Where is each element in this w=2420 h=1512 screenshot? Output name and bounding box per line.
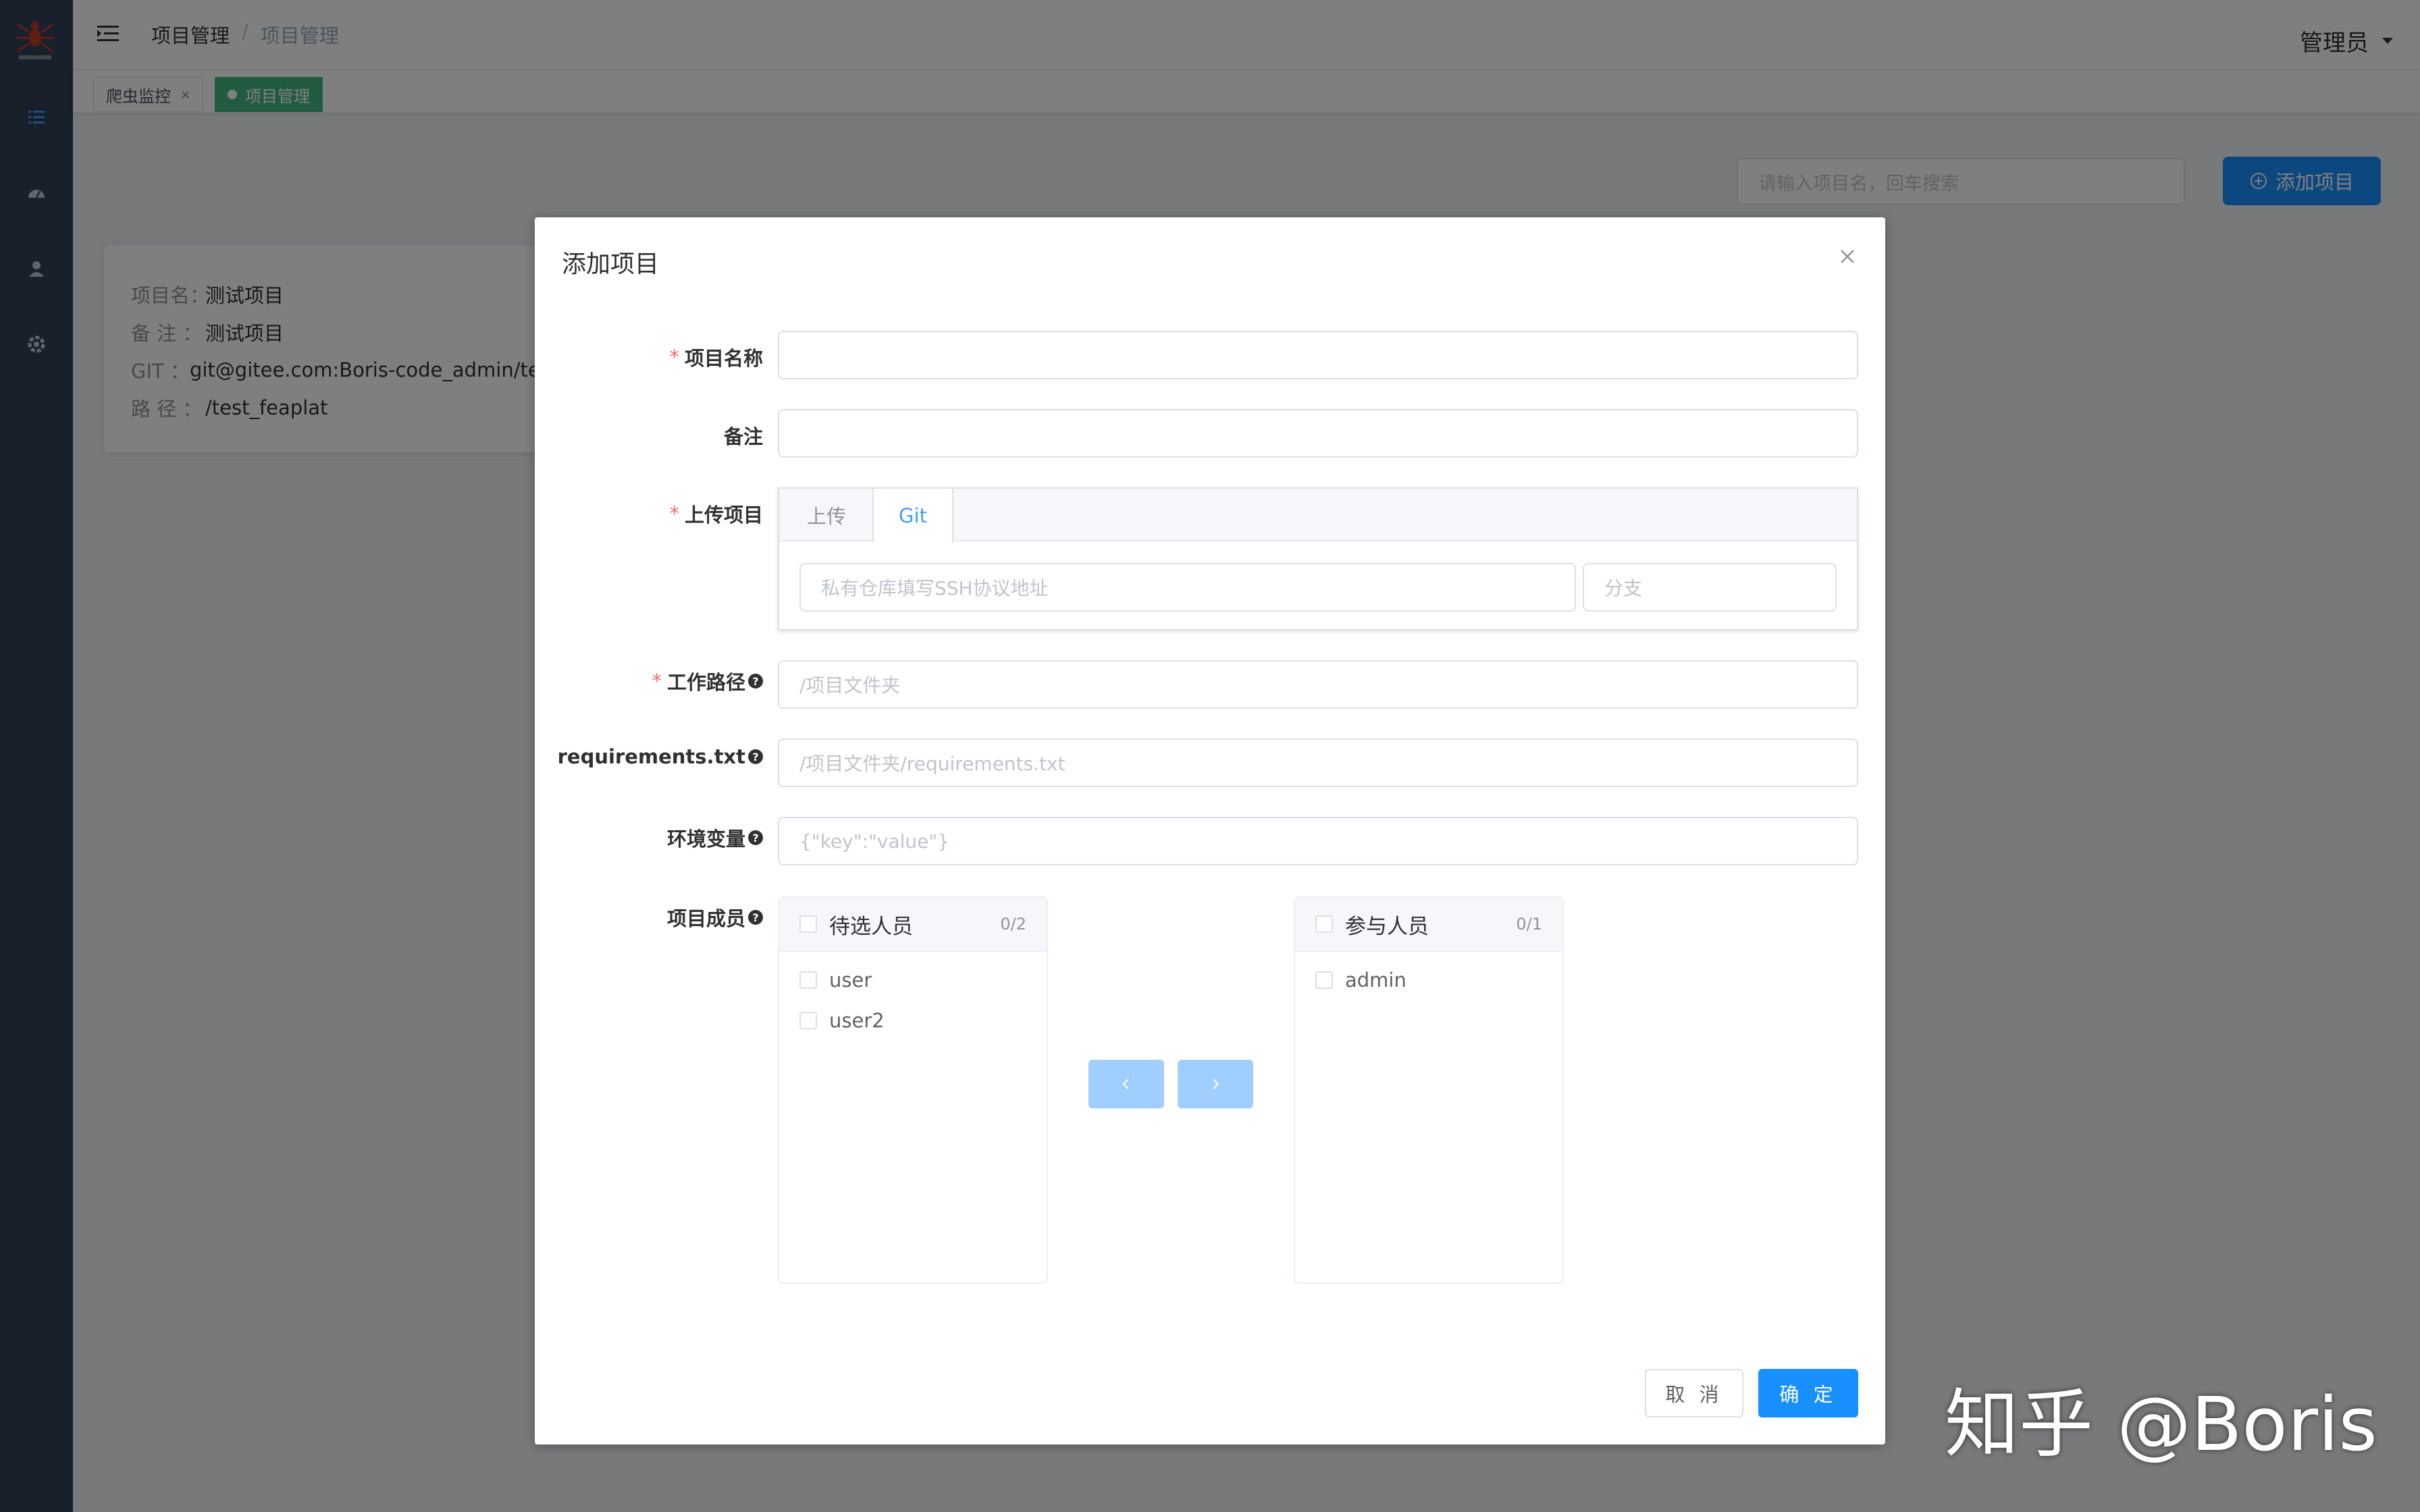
panel-count: 0/1 [1516,915,1542,934]
help-icon[interactable]: ? [748,910,763,925]
note-label: 备注 [724,421,763,450]
label-text: 环境变量 [666,828,745,850]
workpath-label: * 工作路径? [652,667,763,695]
project-name-label: * 项目名称 [669,343,763,371]
members-label: 项目成员? [667,903,763,932]
close-icon[interactable] [1838,247,1857,266]
transfer-left-panel: 待选人员 0/2 user user2 [778,896,1048,1284]
move-right-button[interactable] [1178,1060,1253,1108]
branch-input[interactable]: 分支 [1583,563,1837,612]
requirements-input[interactable]: /项目文件夹/requirements.txt [778,738,1858,787]
transfer-list: admin [1295,952,1562,1000]
label-text: 项目成员 [666,907,745,930]
upload-tabs: 上传 Git 私有仓库填写SSH协议地址 分支 [778,487,1858,630]
cancel-button[interactable]: 取 消 [1645,1369,1743,1418]
watermark: 知乎 @Boris [1945,1381,2377,1467]
note-input[interactable] [778,409,1858,458]
env-input[interactable]: {"key":"value"} [778,817,1858,865]
move-left-button[interactable] [1088,1060,1164,1108]
help-icon[interactable]: ? [748,830,763,845]
requirements-label: requirements.txt? [558,745,763,768]
panel-title: 参与人员 [1345,914,1429,939]
panel-count: 0/2 [1000,915,1026,934]
workpath-input[interactable]: /项目文件夹 [778,660,1858,709]
env-label: 环境变量? [667,824,763,852]
label-text: requirements.txt [557,745,745,768]
placeholder: {"key":"value"} [799,830,950,853]
tab-upload[interactable]: 上传 [779,489,874,541]
select-all-checkbox[interactable] [799,915,817,933]
tab-git[interactable]: Git [872,489,953,543]
transfer-panel-header: 参与人员 0/1 [1295,898,1562,952]
transfer-panel-header: 待选人员 0/2 [779,898,1047,952]
chevron-left-icon [1122,1079,1129,1089]
item-label: user2 [829,1009,885,1032]
panel-title: 待选人员 [829,914,913,939]
list-item[interactable]: admin [1295,960,1562,1000]
help-icon[interactable]: ? [748,674,763,688]
add-project-dialog: 添加项目 * 项目名称 备注 * 上传项目 上传 Git 私有仓库填写SSH协议地址… [535,217,1885,1444]
label-text: 项目名称 [684,347,763,370]
transfer-right-panel: 参与人员 0/1 admin [1294,896,1564,1284]
placeholder: 分支 [1604,577,1643,599]
required-asterisk: * [669,346,679,369]
item-checkbox[interactable] [799,971,817,989]
placeholder: /项目文件夹 [799,674,901,697]
placeholder: /项目文件夹/requirements.txt [799,753,1066,775]
tabs-header: 上传 Git [779,489,1857,543]
item-checkbox[interactable] [1315,971,1333,989]
required-asterisk: * [669,502,679,525]
transfer-list: user user2 [779,952,1047,1041]
select-all-checkbox[interactable] [1315,915,1333,933]
chevron-right-icon [1213,1079,1219,1089]
label-text: 备注 [723,425,763,448]
dialog-title: 添加项目 [562,250,660,278]
project-name-input[interactable] [778,331,1858,379]
list-item[interactable]: user [779,960,1047,1000]
upload-label: * 上传项目 [669,500,763,528]
item-label: admin [1345,969,1406,992]
item-label: user [829,969,872,992]
help-icon[interactable]: ? [748,749,763,764]
git-url-input[interactable]: 私有仓库填写SSH协议地址 [799,563,1576,612]
item-checkbox[interactable] [799,1012,817,1029]
label-text: 工作路径 [666,671,745,694]
required-asterisk: * [652,670,662,693]
list-item[interactable]: user2 [779,1000,1047,1041]
confirm-button[interactable]: 确 定 [1758,1369,1858,1418]
label-text: 上传项目 [684,504,763,526]
placeholder: 私有仓库填写SSH协议地址 [821,577,1049,599]
